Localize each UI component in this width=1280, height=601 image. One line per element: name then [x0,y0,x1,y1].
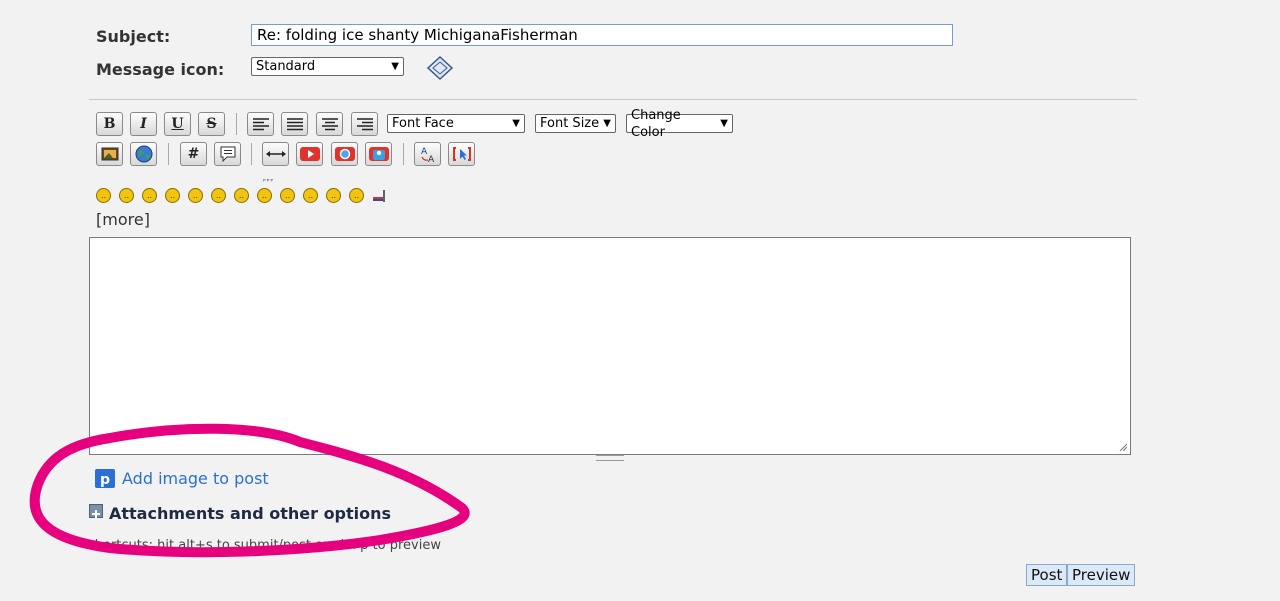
preview-button[interactable]: Preview [1067,564,1136,586]
annotation-circle [29,423,470,558]
post-button[interactable]: Post [1026,564,1068,586]
